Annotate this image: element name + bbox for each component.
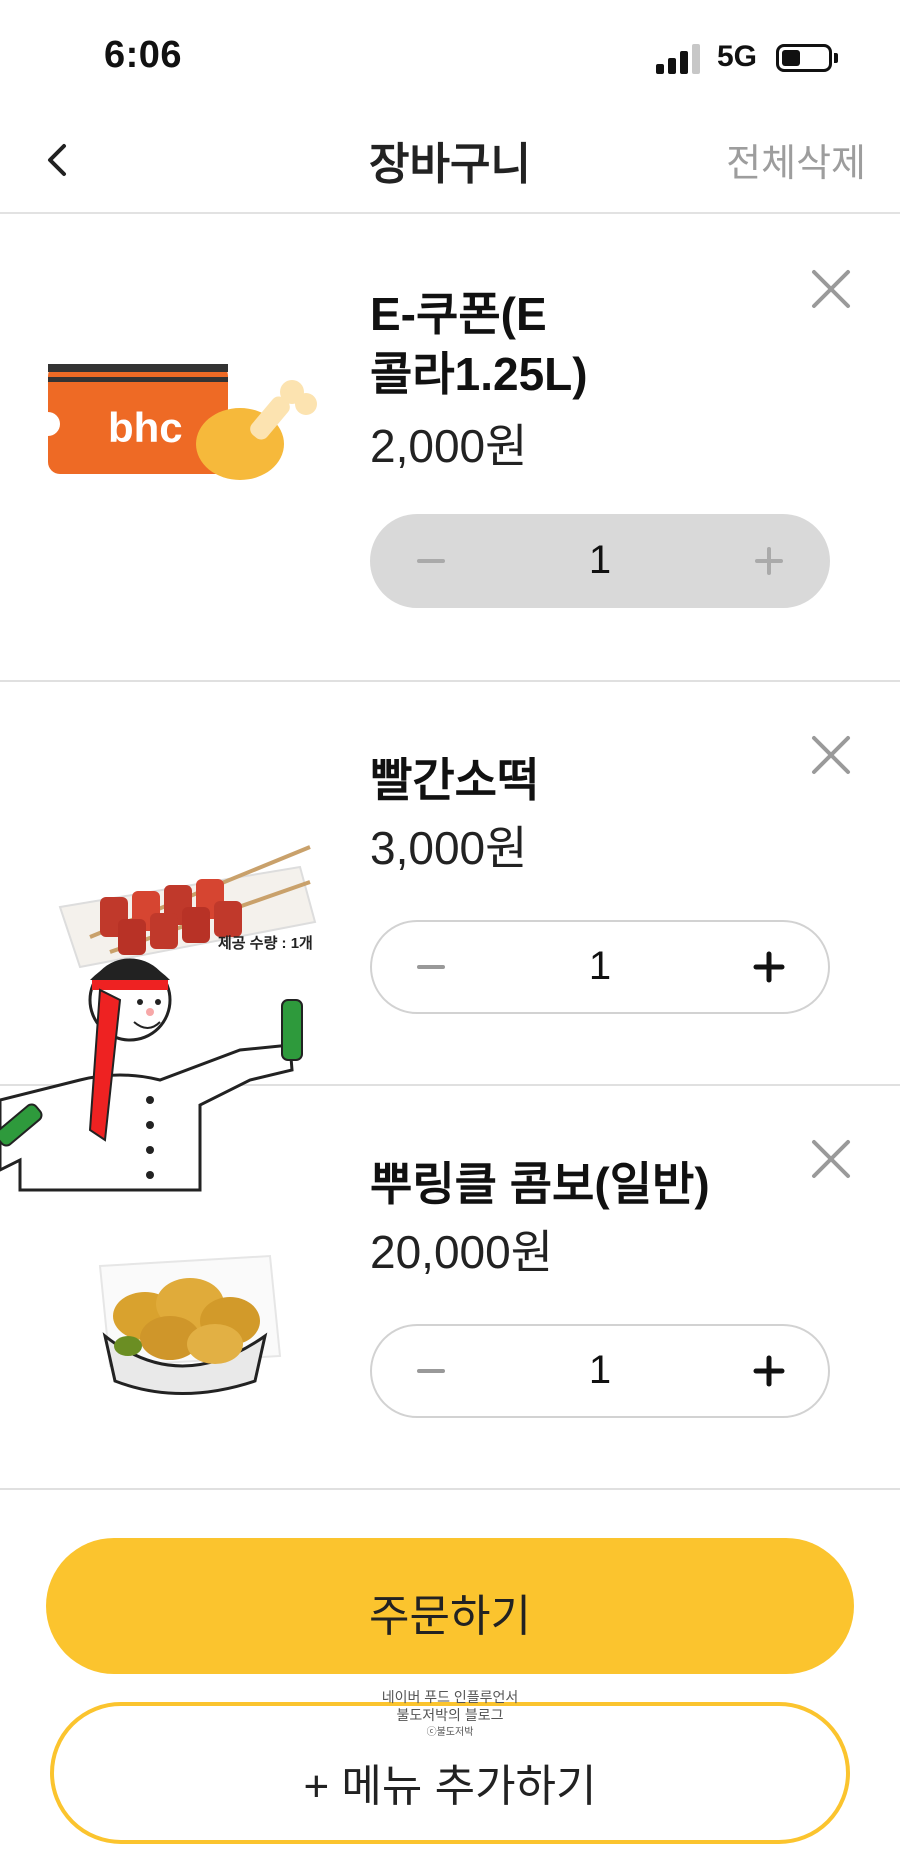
close-icon bbox=[812, 1140, 850, 1178]
network-type: 5G bbox=[717, 40, 758, 73]
minus-icon bbox=[417, 965, 445, 969]
item-name: 빨간소떡 bbox=[370, 754, 540, 806]
cart-item: bhc E-쿠폰(E 콜라1.25L) 2,000원 1 bbox=[0, 214, 900, 680]
header: 장바구니 전체삭제 bbox=[0, 110, 900, 214]
increase-button[interactable] bbox=[722, 922, 816, 1012]
decrease-button[interactable] bbox=[384, 922, 478, 1012]
watermark-line: 네이버 푸드 인플루언서 bbox=[381, 1689, 519, 1705]
battery-icon bbox=[776, 44, 832, 72]
plus-icon bbox=[753, 1355, 785, 1387]
remove-item-button[interactable] bbox=[806, 1134, 856, 1184]
decrease-button[interactable] bbox=[384, 516, 478, 606]
mascot-caption: 제공 수량 : 1개 bbox=[218, 935, 313, 952]
watermark-line: 불도저박의 블로그 bbox=[396, 1707, 504, 1723]
increase-button[interactable] bbox=[722, 516, 816, 606]
minus-icon bbox=[417, 559, 445, 563]
remove-item-button[interactable] bbox=[806, 730, 856, 780]
item-name-line: 콜라1.25L) bbox=[370, 348, 588, 400]
item-name-line: E-쿠폰(E bbox=[370, 288, 547, 340]
bburinkle-combo-image bbox=[98, 1254, 282, 1395]
clear-all-button[interactable]: 전체삭제 bbox=[726, 132, 866, 187]
watermark: 네이버 푸드 인플루언서 불도저박의 블로그 ⓒ불도저박 bbox=[370, 1688, 530, 1742]
battery-cap bbox=[834, 53, 838, 63]
status-bar: 6:06 5G bbox=[0, 0, 900, 110]
status-time: 6:06 bbox=[104, 34, 183, 76]
item-price: 2,000원 bbox=[370, 420, 528, 472]
signal-strength-icon bbox=[656, 44, 704, 74]
item-price: 3,000원 bbox=[370, 822, 528, 874]
order-button-label: 주문하기 bbox=[369, 1592, 531, 1641]
order-button[interactable]: 주문하기 bbox=[46, 1538, 854, 1674]
watermark-signature: ⓒ불도저박 bbox=[426, 1727, 474, 1738]
bhc-logo-text: bhc bbox=[108, 404, 183, 451]
plus-icon bbox=[753, 951, 785, 983]
decrease-button[interactable] bbox=[384, 1326, 478, 1416]
item-name: E-쿠폰(E 콜라1.25L) bbox=[370, 284, 790, 404]
bhc-coupon-image: bhc bbox=[36, 364, 317, 480]
add-menu-button-label: + 메뉴 추가하기 bbox=[303, 1762, 597, 1811]
quantity-stepper: 1 bbox=[370, 1324, 830, 1418]
remove-item-button[interactable] bbox=[806, 264, 856, 314]
close-icon bbox=[812, 736, 850, 774]
minus-icon bbox=[417, 1369, 445, 1373]
plus-icon bbox=[755, 547, 783, 575]
quantity-stepper: 1 bbox=[370, 514, 830, 608]
item-name: 뿌링클 콤보(일반) bbox=[370, 1158, 710, 1210]
quantity-stepper: 1 bbox=[370, 920, 830, 1014]
mascot-sticker bbox=[0, 958, 303, 1192]
increase-button[interactable] bbox=[722, 1326, 816, 1416]
footer-divider bbox=[0, 1488, 900, 1490]
item-price: 20,000원 bbox=[370, 1226, 554, 1278]
close-icon bbox=[812, 270, 850, 308]
